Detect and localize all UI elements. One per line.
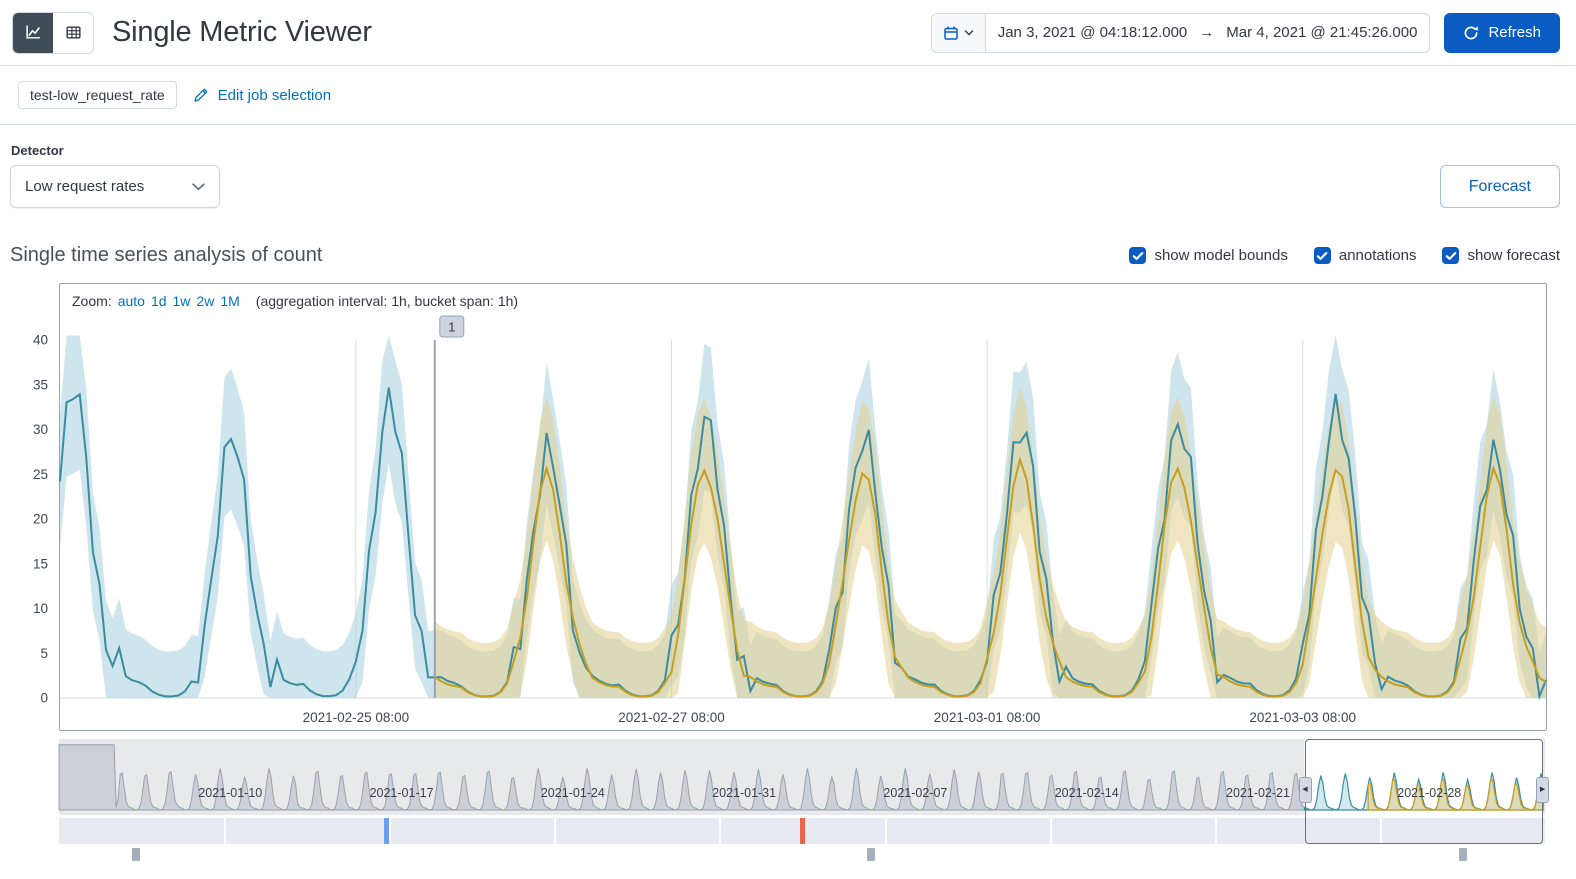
y-axis-tick-label: 0 [40,691,48,706]
context-tick-label: 2021-02-07 [883,786,947,800]
context-tick-label: 2021-01-10 [198,786,262,800]
swimlane-separator [884,818,887,844]
unselected-mask-left [59,739,1305,815]
context-tick-label: 2021-01-24 [541,786,605,800]
y-axis-tick-label: 15 [33,556,48,571]
y-axis-tick-label: 20 [33,512,48,527]
job-id-badge: test-low_request_rate [18,81,177,109]
edit-job-selection-label: Edit job selection [217,86,332,104]
annotation-tick[interactable] [866,848,875,861]
calendar-dropdown-button[interactable] [931,13,986,52]
brush-right-handle[interactable]: ▶ [1536,777,1550,803]
checkbox-annotations[interactable]: annotations [1313,247,1417,264]
chart-options-checkboxes: show model bounds annotations show forecas… [1129,247,1560,264]
context-tick-label: 2021-02-14 [1055,786,1119,800]
forecast-button[interactable]: Forecast [1439,165,1560,208]
end-date-button[interactable]: Mar 4, 2021 @ 21:45:26.000 [1214,14,1429,52]
detector-selected-value: Low request rates [25,178,145,195]
start-date-button[interactable]: Jan 3, 2021 @ 04:18:12.000 [986,14,1200,52]
page-title: Single Metric Viewer [112,16,372,48]
detector-row: Detector Low request rates Forecast [0,125,1576,208]
edit-job-selection-link[interactable]: Edit job selection [193,87,331,104]
refresh-icon [1465,25,1479,39]
x-axis-tick-label: 2021-03-01 08:00 [934,710,1041,725]
header: Single Metric Viewer Jan 3, 2021 @ 04:18… [0,0,1576,65]
check-icon [1445,251,1457,260]
table-icon [65,26,81,39]
x-axis-tick-label: 2021-02-25 08:00 [303,710,410,725]
annotation-badge-label: 1 [448,320,455,335]
swimlane-separator [389,818,392,844]
swimlane-separator [1214,818,1217,844]
swimlane-separator [554,818,557,844]
checkbox-label: annotations [1338,247,1417,264]
zoom-link-1M[interactable]: 1M [220,293,239,309]
zoom-label: Zoom: [72,293,112,309]
chevron-down-icon [964,29,973,35]
refresh-button[interactable]: Refresh [1444,12,1560,53]
check-icon [1132,251,1144,260]
zoom-link-auto[interactable]: auto [118,293,145,309]
context-tick-label: 2021-02-21 [1226,786,1290,800]
line-chart-icon [25,25,40,39]
analysis-heading: Single time series analysis of count [10,244,323,266]
context-chart-section: 2021-01-10 2021-01-17 2021-01-24 2021-01-31… [58,739,1550,864]
checkbox-box [1313,247,1331,264]
swimlane-anomaly-marker[interactable] [800,818,806,844]
chart-view-button[interactable] [13,12,53,53]
aggregation-info: (aggregation interval: 1h, bucket span: … [255,293,519,309]
checkbox-label: show model bounds [1154,247,1288,264]
table-view-button[interactable] [53,12,93,53]
time-selection-brush[interactable]: ◀ ▶ [1298,739,1550,844]
job-selection-row: test-low_request_rate Edit job selection [0,66,1576,124]
y-axis-tick-label: 35 [33,377,48,392]
swimlane-separator [224,818,227,844]
y-axis-tick-label: 30 [33,422,48,437]
zoom-link-1w[interactable]: 1w [173,293,191,309]
calendar-icon [943,26,958,40]
checkbox-show-forecast[interactable]: show forecast [1442,247,1560,264]
zoom-bar: Zoom: auto 1d 1w 2w 1M (aggregation interval: … [60,284,1546,310]
forecast-bounds-area [434,386,1546,698]
swimlane-separator [719,818,722,844]
zoom-link-1d[interactable]: 1d [151,293,167,309]
swimlane-anomaly-marker[interactable] [384,818,390,844]
y-axis-tick-label: 40 [33,333,48,348]
chevron-down-icon [192,182,205,190]
refresh-label: Refresh [1488,24,1541,41]
annotations-lane[interactable] [59,847,1545,864]
y-axis-tick-label: 5 [40,646,48,661]
brush-left-handle[interactable]: ◀ [1298,777,1312,803]
view-toggle-group [12,11,94,54]
x-axis-tick-label: 2021-02-27 08:00 [618,710,725,725]
pencil-icon [193,88,208,102]
main-time-series-chart[interactable]: 105101520253035402021-02-25 08:00 2021-02… [33,310,1547,730]
date-range-arrow-icon: → [1199,24,1215,41]
x-axis-tick-label: 2021-03-03 08:00 [1249,710,1356,725]
detector-label: Detector [11,143,64,158]
analysis-header-row: Single time series analysis of count sho… [0,208,1576,283]
detector-field: Detector Low request rates [10,143,220,208]
swimlane-separator [1049,818,1052,844]
single-metric-viewer-page: Single Metric Viewer Jan 3, 2021 @ 04:18… [0,0,1576,864]
y-axis-tick-label: 25 [33,467,48,482]
y-axis-tick-label: 10 [33,601,48,616]
checkbox-show-model-bounds[interactable]: show model bounds [1129,247,1288,264]
context-tick-label: 2021-01-17 [370,786,434,800]
annotation-tick[interactable] [132,848,141,861]
annotation-tick[interactable] [1458,848,1467,861]
date-range-picker: Jan 3, 2021 @ 04:18:12.000 → Mar 4, 2021… [930,12,1431,53]
check-icon [1317,251,1328,260]
checkbox-box [1442,247,1460,264]
detector-select[interactable]: Low request rates [10,165,220,208]
checkbox-box [1129,247,1147,264]
main-chart-panel: Zoom: auto 1d 1w 2w 1M (aggregation interval: … [33,283,1547,731]
zoom-link-2w[interactable]: 2w [196,293,214,309]
context-tick-label: 2021-01-31 [712,786,776,800]
checkbox-label: show forecast [1467,247,1560,264]
